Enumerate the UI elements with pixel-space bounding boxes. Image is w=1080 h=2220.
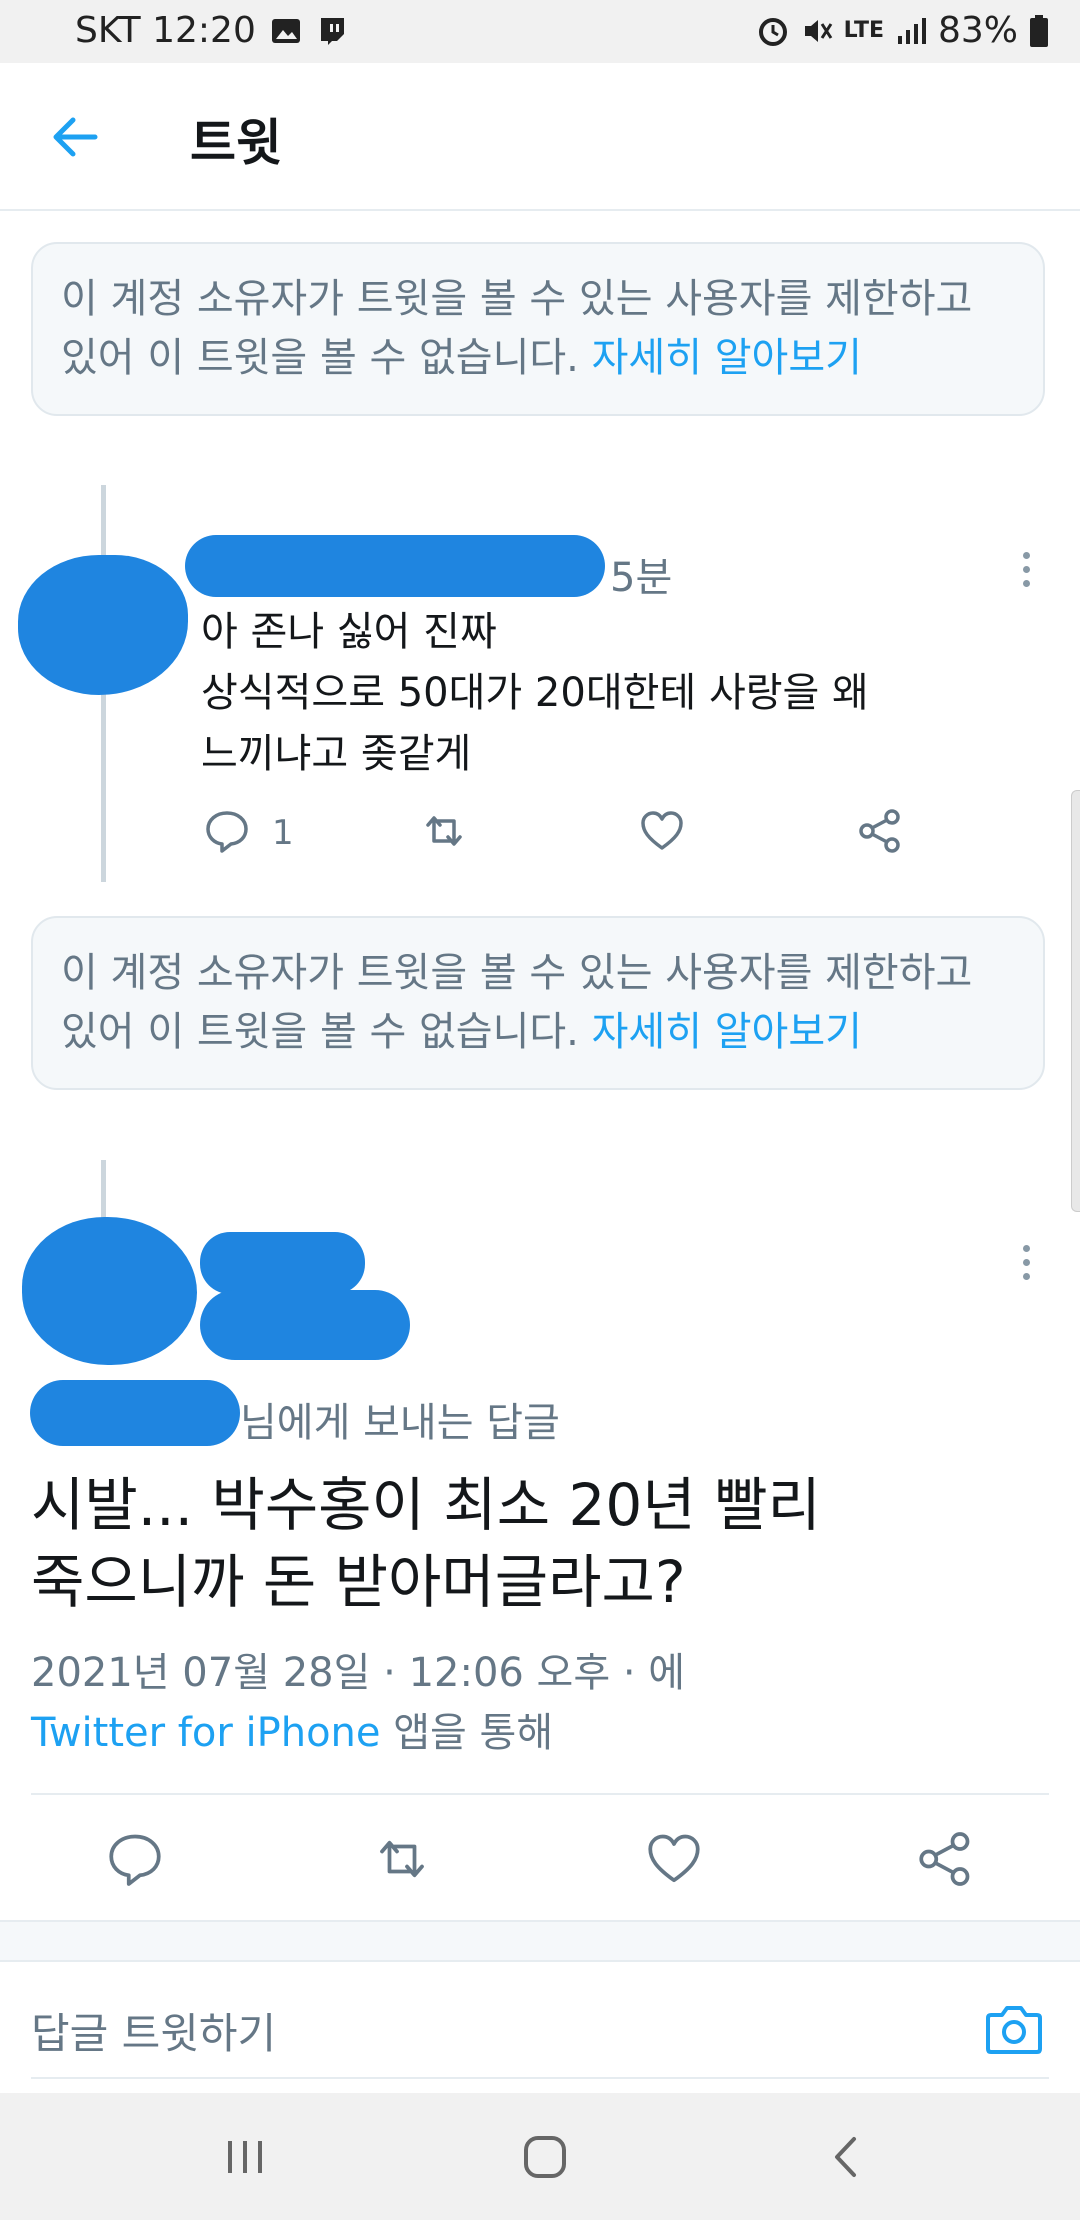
divider [31, 1793, 1049, 1795]
tweet-text: 아 존나 싫어 진짜 상식적으로 50대가 20대한테 사랑을 왜 느끼냐고 좆… [201, 602, 961, 785]
like-icon[interactable] [638, 807, 686, 855]
avatar-redaction [18, 555, 188, 695]
reply-to-text: 님에게 보내는 답글 [240, 1400, 560, 1446]
recent-apps-icon [228, 2140, 262, 2173]
status-right: LTE 83% [756, 10, 1050, 51]
unavailable-tweet-notice: 이 계정 소유자가 트윗을 볼 수 있는 사용자를 제한하고 있어 이 트윗을 … [31, 242, 1045, 416]
battery-percent: 83% [937, 10, 1018, 51]
avatar-redaction [22, 1217, 197, 1365]
username-redaction [185, 535, 605, 597]
network-type: LTE [843, 18, 884, 43]
like-icon[interactable] [644, 1829, 704, 1889]
unavailable-tweet-notice: 이 계정 소유자가 트윗을 볼 수 있는 사용자를 제한하고 있어 이 트윗을 … [31, 916, 1045, 1090]
reply-count: 1 [272, 813, 294, 853]
page-title: 트윗 [190, 114, 282, 172]
handle-redaction [200, 1290, 410, 1360]
source-suffix: 앱을 통해 [380, 1710, 554, 1756]
reply-input[interactable]: 답글 트윗하기 [31, 2000, 276, 2061]
recent-apps-button[interactable] [200, 2093, 290, 2220]
reply-icon[interactable] [203, 807, 251, 855]
tweet-line: 상식적으로 50대가 20대한테 사랑을 왜 [201, 670, 869, 716]
back-button[interactable] [800, 2093, 890, 2220]
edge-panel-handle[interactable] [1071, 790, 1080, 1212]
main-tweet-line: 죽으니까 돈 받아머글라고? [31, 1548, 686, 1616]
back-arrow-icon[interactable] [45, 107, 105, 167]
main-tweet-text: 시발... 박수홍이 최소 20년 빨리 죽으니까 돈 받아머글라고? [31, 1467, 1031, 1621]
retweet-icon[interactable] [420, 807, 468, 855]
learn-more-link[interactable]: 자세히 알아보기 [592, 335, 862, 381]
home-icon [524, 2135, 566, 2178]
avatar[interactable] [18, 535, 193, 697]
learn-more-link[interactable]: 자세히 알아보기 [592, 1009, 862, 1055]
avatar[interactable] [22, 1215, 197, 1365]
twitch-icon [320, 17, 344, 45]
camera-icon[interactable] [985, 2003, 1043, 2055]
more-options-icon[interactable] [1020, 1245, 1032, 1280]
navigation-bar [0, 2093, 1080, 2220]
alarm-icon [758, 17, 787, 46]
reply-to-handle-redaction [30, 1380, 240, 1446]
home-button[interactable] [500, 2093, 590, 2220]
thread-line [101, 1160, 106, 1218]
main-tweet-line: 시발... 박수홍이 최소 20년 빨리 [31, 1471, 821, 1539]
signal-icon [897, 17, 926, 44]
back-icon [835, 2136, 856, 2177]
source-link[interactable]: Twitter for iPhone [31, 1710, 381, 1756]
timestamp-date: 2021년 07월 28일 · 12:06 오후 · 에 [31, 1650, 686, 1696]
tweet-time: 5분 [610, 555, 673, 601]
divider [31, 2077, 1049, 2079]
image-icon [271, 18, 300, 43]
mute-icon [804, 19, 832, 42]
reply-icon[interactable] [105, 1829, 165, 1889]
name-redaction [200, 1232, 365, 1294]
carrier-time: SKT 12:20 [75, 10, 256, 51]
app-header: 트윗 [0, 63, 1080, 211]
tweet-line: 아 존나 싫어 진짜 [201, 609, 497, 655]
share-icon[interactable] [856, 807, 904, 855]
retweet-icon[interactable] [372, 1829, 432, 1889]
battery-icon [1030, 14, 1048, 47]
status-bar: SKT 12:20 LTE 83% [0, 0, 1080, 63]
more-options-icon[interactable] [1020, 552, 1032, 587]
status-left: SKT 12:20 [75, 10, 348, 51]
tweet-line: 느끼냐고 좆같게 [201, 731, 472, 777]
share-icon[interactable] [915, 1829, 975, 1889]
tweet-timestamp: 2021년 07월 28일 · 12:06 오후 · 에 Twitter for… [31, 1643, 1031, 1763]
section-separator [0, 1920, 1080, 1962]
